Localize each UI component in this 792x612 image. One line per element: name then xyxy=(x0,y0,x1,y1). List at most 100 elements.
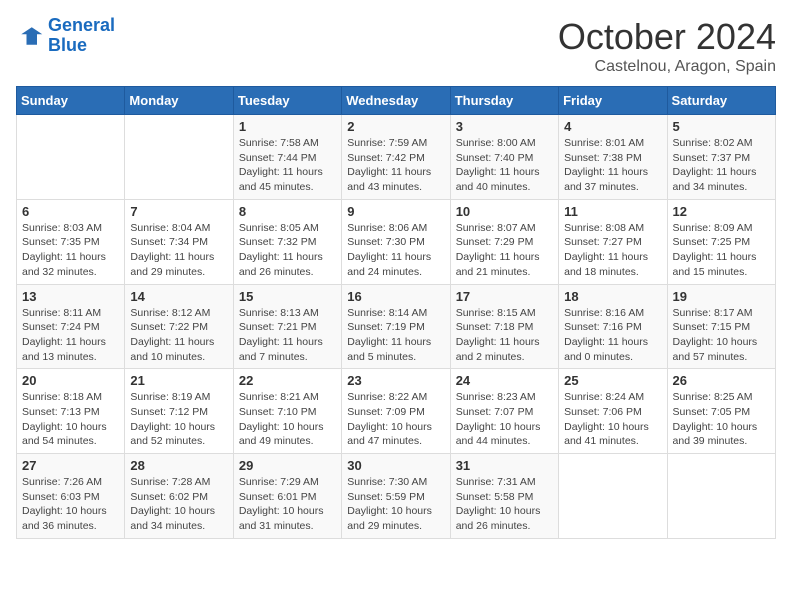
calendar-table: SundayMondayTuesdayWednesdayThursdayFrid… xyxy=(16,86,776,539)
day-number: 5 xyxy=(673,119,770,134)
calendar-cell: 9 Sunrise: 8:06 AM Sunset: 7:30 PM Daylig… xyxy=(342,199,450,284)
calendar-cell: 3 Sunrise: 8:00 AM Sunset: 7:40 PM Daylig… xyxy=(450,115,558,200)
calendar-cell: 30 Sunrise: 7:30 AM Sunset: 5:59 PM Dayli… xyxy=(342,454,450,539)
day-info: Sunrise: 8:12 AM Sunset: 7:22 PM Dayligh… xyxy=(130,306,227,365)
calendar-cell: 29Sunrise: 7:29 AM Sunset: 6:01 PM Dayli… xyxy=(233,454,341,539)
day-info: Sunrise: 8:13 AM Sunset: 7:21 PM Dayligh… xyxy=(239,306,336,365)
day-header-sunday: Sunday xyxy=(17,87,125,115)
calendar-cell: 18 Sunrise: 8:16 AM Sunset: 7:16 PM Dayli… xyxy=(559,284,667,369)
day-info: Sunrise: 7:28 AM Sunset: 6:02 PM Dayligh… xyxy=(130,475,227,534)
day-info: Sunrise: 8:08 AM Sunset: 7:27 PM Dayligh… xyxy=(564,221,661,280)
calendar-cell xyxy=(559,454,667,539)
day-info: Sunrise: 8:24 AM Sunset: 7:06 PM Dayligh… xyxy=(564,390,661,449)
day-info: Sunrise: 8:25 AM Sunset: 7:05 PM Dayligh… xyxy=(673,390,770,449)
calendar-cell: 25 Sunrise: 8:24 AM Sunset: 7:06 PM Dayli… xyxy=(559,369,667,454)
calendar-cell: 19Sunrise: 8:17 AM Sunset: 7:15 PM Dayli… xyxy=(667,284,775,369)
calendar-week-5: 27 Sunrise: 7:26 AM Sunset: 6:03 PM Dayli… xyxy=(17,454,776,539)
day-info: Sunrise: 8:11 AM Sunset: 7:24 PM Dayligh… xyxy=(22,306,119,365)
calendar-cell: 7Sunrise: 8:04 AM Sunset: 7:34 PM Daylig… xyxy=(125,199,233,284)
day-header-friday: Friday xyxy=(559,87,667,115)
day-info: Sunrise: 8:01 AM Sunset: 7:38 PM Dayligh… xyxy=(564,136,661,195)
day-number: 15 xyxy=(239,289,336,304)
calendar-cell: 5 Sunrise: 8:02 AM Sunset: 7:37 PM Daylig… xyxy=(667,115,775,200)
calendar-cell: 31 Sunrise: 7:31 AM Sunset: 5:58 PM Dayli… xyxy=(450,454,558,539)
calendar-cell: 14 Sunrise: 8:12 AM Sunset: 7:22 PM Dayli… xyxy=(125,284,233,369)
day-info: Sunrise: 7:26 AM Sunset: 6:03 PM Dayligh… xyxy=(22,475,119,534)
day-header-wednesday: Wednesday xyxy=(342,87,450,115)
day-info: Sunrise: 8:06 AM Sunset: 7:30 PM Dayligh… xyxy=(347,221,444,280)
day-number: 30 xyxy=(347,458,444,473)
calendar-cell: 11 Sunrise: 8:08 AM Sunset: 7:27 PM Dayli… xyxy=(559,199,667,284)
day-number: 1 xyxy=(239,119,336,134)
day-number: 18 xyxy=(564,289,661,304)
page-header: General Blue October 2024 Castelnou, Ara… xyxy=(16,16,776,76)
day-info: Sunrise: 8:07 AM Sunset: 7:29 PM Dayligh… xyxy=(456,221,553,280)
day-info: Sunrise: 7:31 AM Sunset: 5:58 PM Dayligh… xyxy=(456,475,553,534)
day-info: Sunrise: 7:58 AM Sunset: 7:44 PM Dayligh… xyxy=(239,136,336,195)
calendar-cell: 26 Sunrise: 8:25 AM Sunset: 7:05 PM Dayli… xyxy=(667,369,775,454)
day-info: Sunrise: 8:21 AM Sunset: 7:10 PM Dayligh… xyxy=(239,390,336,449)
day-info: Sunrise: 8:00 AM Sunset: 7:40 PM Dayligh… xyxy=(456,136,553,195)
calendar-cell: 28 Sunrise: 7:28 AM Sunset: 6:02 PM Dayli… xyxy=(125,454,233,539)
calendar-header-row: SundayMondayTuesdayWednesdayThursdayFrid… xyxy=(17,87,776,115)
day-number: 21 xyxy=(130,373,227,388)
day-info: Sunrise: 8:23 AM Sunset: 7:07 PM Dayligh… xyxy=(456,390,553,449)
day-number: 24 xyxy=(456,373,553,388)
logo-text2: Blue xyxy=(48,36,115,56)
day-number: 28 xyxy=(130,458,227,473)
day-number: 12 xyxy=(673,204,770,219)
title-block: October 2024 Castelnou, Aragon, Spain xyxy=(558,16,776,76)
calendar-cell: 6 Sunrise: 8:03 AM Sunset: 7:35 PM Daylig… xyxy=(17,199,125,284)
day-info: Sunrise: 7:29 AM Sunset: 6:01 PM Dayligh… xyxy=(239,475,336,534)
calendar-week-3: 13 Sunrise: 8:11 AM Sunset: 7:24 PM Dayli… xyxy=(17,284,776,369)
day-info: Sunrise: 8:15 AM Sunset: 7:18 PM Dayligh… xyxy=(456,306,553,365)
day-number: 31 xyxy=(456,458,553,473)
day-info: Sunrise: 8:02 AM Sunset: 7:37 PM Dayligh… xyxy=(673,136,770,195)
day-number: 14 xyxy=(130,289,227,304)
day-number: 11 xyxy=(564,204,661,219)
calendar-cell: 2Sunrise: 7:59 AM Sunset: 7:42 PM Daylig… xyxy=(342,115,450,200)
day-number: 22 xyxy=(239,373,336,388)
day-number: 27 xyxy=(22,458,119,473)
day-number: 4 xyxy=(564,119,661,134)
day-number: 25 xyxy=(564,373,661,388)
day-info: Sunrise: 8:05 AM Sunset: 7:32 PM Dayligh… xyxy=(239,221,336,280)
day-header-thursday: Thursday xyxy=(450,87,558,115)
calendar-cell: 20 Sunrise: 8:18 AM Sunset: 7:13 PM Dayli… xyxy=(17,369,125,454)
calendar-cell xyxy=(17,115,125,200)
day-info: Sunrise: 7:30 AM Sunset: 5:59 PM Dayligh… xyxy=(347,475,444,534)
day-info: Sunrise: 8:16 AM Sunset: 7:16 PM Dayligh… xyxy=(564,306,661,365)
day-info: Sunrise: 8:18 AM Sunset: 7:13 PM Dayligh… xyxy=(22,390,119,449)
day-info: Sunrise: 8:03 AM Sunset: 7:35 PM Dayligh… xyxy=(22,221,119,280)
day-info: Sunrise: 8:14 AM Sunset: 7:19 PM Dayligh… xyxy=(347,306,444,365)
calendar-cell: 12 Sunrise: 8:09 AM Sunset: 7:25 PM Dayli… xyxy=(667,199,775,284)
day-info: Sunrise: 8:09 AM Sunset: 7:25 PM Dayligh… xyxy=(673,221,770,280)
logo: General Blue xyxy=(16,16,115,56)
day-info: Sunrise: 8:04 AM Sunset: 7:34 PM Dayligh… xyxy=(130,221,227,280)
day-info: Sunrise: 8:22 AM Sunset: 7:09 PM Dayligh… xyxy=(347,390,444,449)
calendar-week-4: 20 Sunrise: 8:18 AM Sunset: 7:13 PM Dayli… xyxy=(17,369,776,454)
calendar-cell: 21 Sunrise: 8:19 AM Sunset: 7:12 PM Dayli… xyxy=(125,369,233,454)
day-number: 20 xyxy=(22,373,119,388)
day-number: 2 xyxy=(347,119,444,134)
calendar-cell: 24 Sunrise: 8:23 AM Sunset: 7:07 PM Dayli… xyxy=(450,369,558,454)
calendar-cell: 1 Sunrise: 7:58 AM Sunset: 7:44 PM Daylig… xyxy=(233,115,341,200)
day-number: 3 xyxy=(456,119,553,134)
calendar-cell xyxy=(125,115,233,200)
day-number: 6 xyxy=(22,204,119,219)
calendar-week-1: 1 Sunrise: 7:58 AM Sunset: 7:44 PM Daylig… xyxy=(17,115,776,200)
day-info: Sunrise: 8:17 AM Sunset: 7:15 PM Dayligh… xyxy=(673,306,770,365)
day-number: 13 xyxy=(22,289,119,304)
day-info: Sunrise: 8:19 AM Sunset: 7:12 PM Dayligh… xyxy=(130,390,227,449)
location-title: Castelnou, Aragon, Spain xyxy=(558,58,776,76)
day-number: 23 xyxy=(347,373,444,388)
calendar-cell: 17 Sunrise: 8:15 AM Sunset: 7:18 PM Dayli… xyxy=(450,284,558,369)
day-number: 17 xyxy=(456,289,553,304)
calendar-cell xyxy=(667,454,775,539)
day-number: 26 xyxy=(673,373,770,388)
logo-icon xyxy=(16,22,44,50)
calendar-cell: 13 Sunrise: 8:11 AM Sunset: 7:24 PM Dayli… xyxy=(17,284,125,369)
day-number: 9 xyxy=(347,204,444,219)
calendar-cell: 8Sunrise: 8:05 AM Sunset: 7:32 PM Daylig… xyxy=(233,199,341,284)
day-header-monday: Monday xyxy=(125,87,233,115)
